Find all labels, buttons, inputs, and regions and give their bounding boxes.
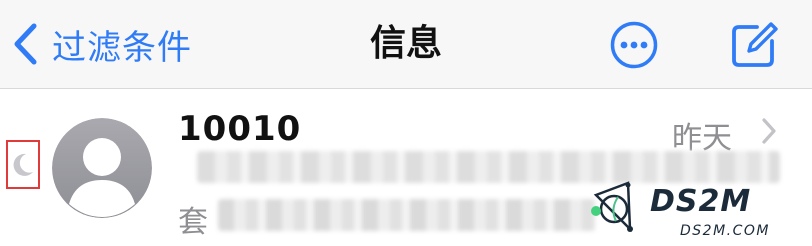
- watermark-logo: DS2M DS2M.COM: [591, 181, 770, 239]
- watermark-url: DS2M.COM: [680, 223, 770, 239]
- message-preview-text: 套: [178, 205, 208, 240]
- more-options-button[interactable]: [610, 21, 658, 69]
- do-not-disturb-indicator: [6, 140, 40, 189]
- page-title: 信息: [369, 23, 442, 64]
- ellipsis-circle-icon: [610, 21, 658, 69]
- navigation-bar: 过滤条件 信息: [0, 0, 812, 89]
- sender-name: 10010: [178, 109, 302, 149]
- compose-button[interactable]: [729, 21, 779, 69]
- message-preview-redacted: [218, 199, 596, 231]
- watermark-brand: DS2M: [650, 184, 751, 219]
- moon-icon: [13, 153, 33, 176]
- compose-icon: [732, 22, 778, 67]
- person-avatar-icon: [52, 118, 152, 218]
- avatar: [52, 118, 152, 218]
- chevron-right-icon: [762, 118, 776, 144]
